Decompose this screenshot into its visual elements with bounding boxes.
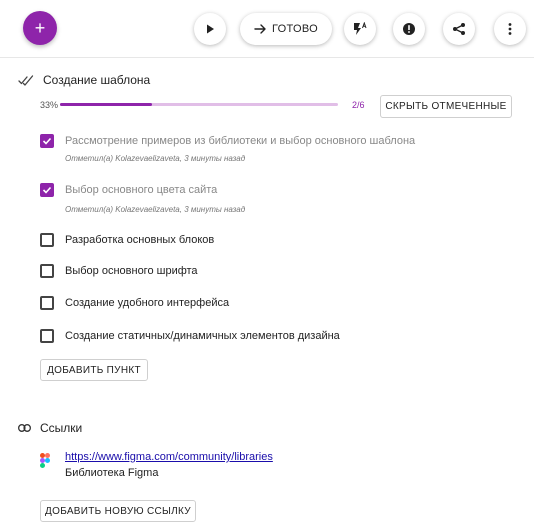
play-button[interactable] [194, 13, 226, 45]
done-button[interactable]: ГОТОВО [240, 13, 332, 45]
checklist-item-label: Выбор основного шрифта [65, 265, 198, 277]
links-header: Ссылки [18, 421, 82, 435]
checklist-item[interactable]: Рассмотрение примеров из библиотеки и вы… [40, 134, 415, 148]
checkbox[interactable] [40, 183, 54, 197]
automation-button[interactable] [344, 13, 376, 45]
plus-icon: + [34, 18, 46, 38]
checklist-item[interactable]: Разработка основных блоков [40, 233, 214, 247]
hide-checked-button[interactable]: СКРЫТЬ ОТМЕЧЕННЫЕ [380, 95, 512, 118]
progress-bar-fill [60, 103, 152, 106]
checkbox[interactable] [40, 264, 54, 278]
figma-icon [40, 453, 50, 468]
checked-by-meta: Отметил(а) Kolazevaelizaveta, 3 минуты н… [65, 205, 246, 214]
checklist-item-label: Рассмотрение примеров из библиотеки и вы… [65, 135, 416, 147]
share-button[interactable] [443, 13, 475, 45]
checkbox[interactable] [40, 329, 54, 343]
checklist-item-label: Создание статичных/динамичных элементов … [65, 330, 340, 342]
hide-checked-label: СКРЫТЬ ОТМЕЧЕННЫЕ [385, 101, 507, 112]
links-title: Ссылки [40, 421, 83, 435]
progress-bar [60, 103, 338, 106]
checklist-item[interactable]: Создание удобного интерфейса [40, 296, 229, 310]
checklist-item[interactable]: Выбор основного шрифта [40, 264, 198, 278]
checkbox[interactable] [40, 134, 54, 148]
add-item-button[interactable]: ДОБАВИТЬ ПУНКТ [40, 359, 148, 381]
checked-by-meta: Отметил(а) Kolazevaelizaveta, 3 минуты н… [65, 154, 246, 163]
checkbox[interactable] [40, 296, 54, 310]
flash-auto-icon [354, 22, 367, 35]
checklist-title: Создание шаблона [43, 73, 151, 87]
add-button[interactable]: + [23, 11, 57, 45]
arrow-right-icon [254, 24, 266, 34]
add-link-button[interactable]: ДОБАВИТЬ НОВУЮ ССЫЛКУ [40, 500, 196, 522]
link-item: https://www.figma.com/community/librarie… [40, 451, 273, 479]
checklist-item-label: Выбор основного цвета сайта [65, 184, 218, 196]
checklist-item-label: Разработка основных блоков [65, 234, 215, 246]
checklist-header: Создание шаблона [18, 73, 150, 87]
play-icon [207, 24, 214, 34]
link-url[interactable]: https://www.figma.com/community/librarie… [65, 451, 273, 463]
check-icon [42, 137, 52, 145]
alert-icon [403, 23, 415, 35]
checklist-item[interactable]: Создание статичных/динамичных элементов … [40, 329, 340, 343]
more-vert-icon [508, 23, 512, 35]
check-icon [42, 186, 52, 194]
double-check-icon [18, 74, 34, 86]
alert-button[interactable] [393, 13, 425, 45]
checkbox[interactable] [40, 233, 54, 247]
progress-percent: 33% [40, 100, 59, 110]
top-toolbar: + ГОТОВО [0, 0, 534, 58]
more-options-button[interactable] [494, 13, 526, 45]
checklist-item-label: Создание удобного интерфейса [65, 297, 230, 309]
link-title: Библиотека Figma [65, 467, 159, 479]
progress-count: 2/6 [352, 100, 365, 110]
share-icon [453, 23, 465, 35]
checklist-item[interactable]: Выбор основного цвета сайта [40, 183, 217, 197]
link-icon [18, 424, 31, 432]
done-button-label: ГОТОВО [271, 23, 318, 35]
add-link-label: ДОБАВИТЬ НОВУЮ ССЫЛКУ [45, 505, 191, 517]
add-item-label: ДОБАВИТЬ ПУНКТ [47, 364, 141, 376]
